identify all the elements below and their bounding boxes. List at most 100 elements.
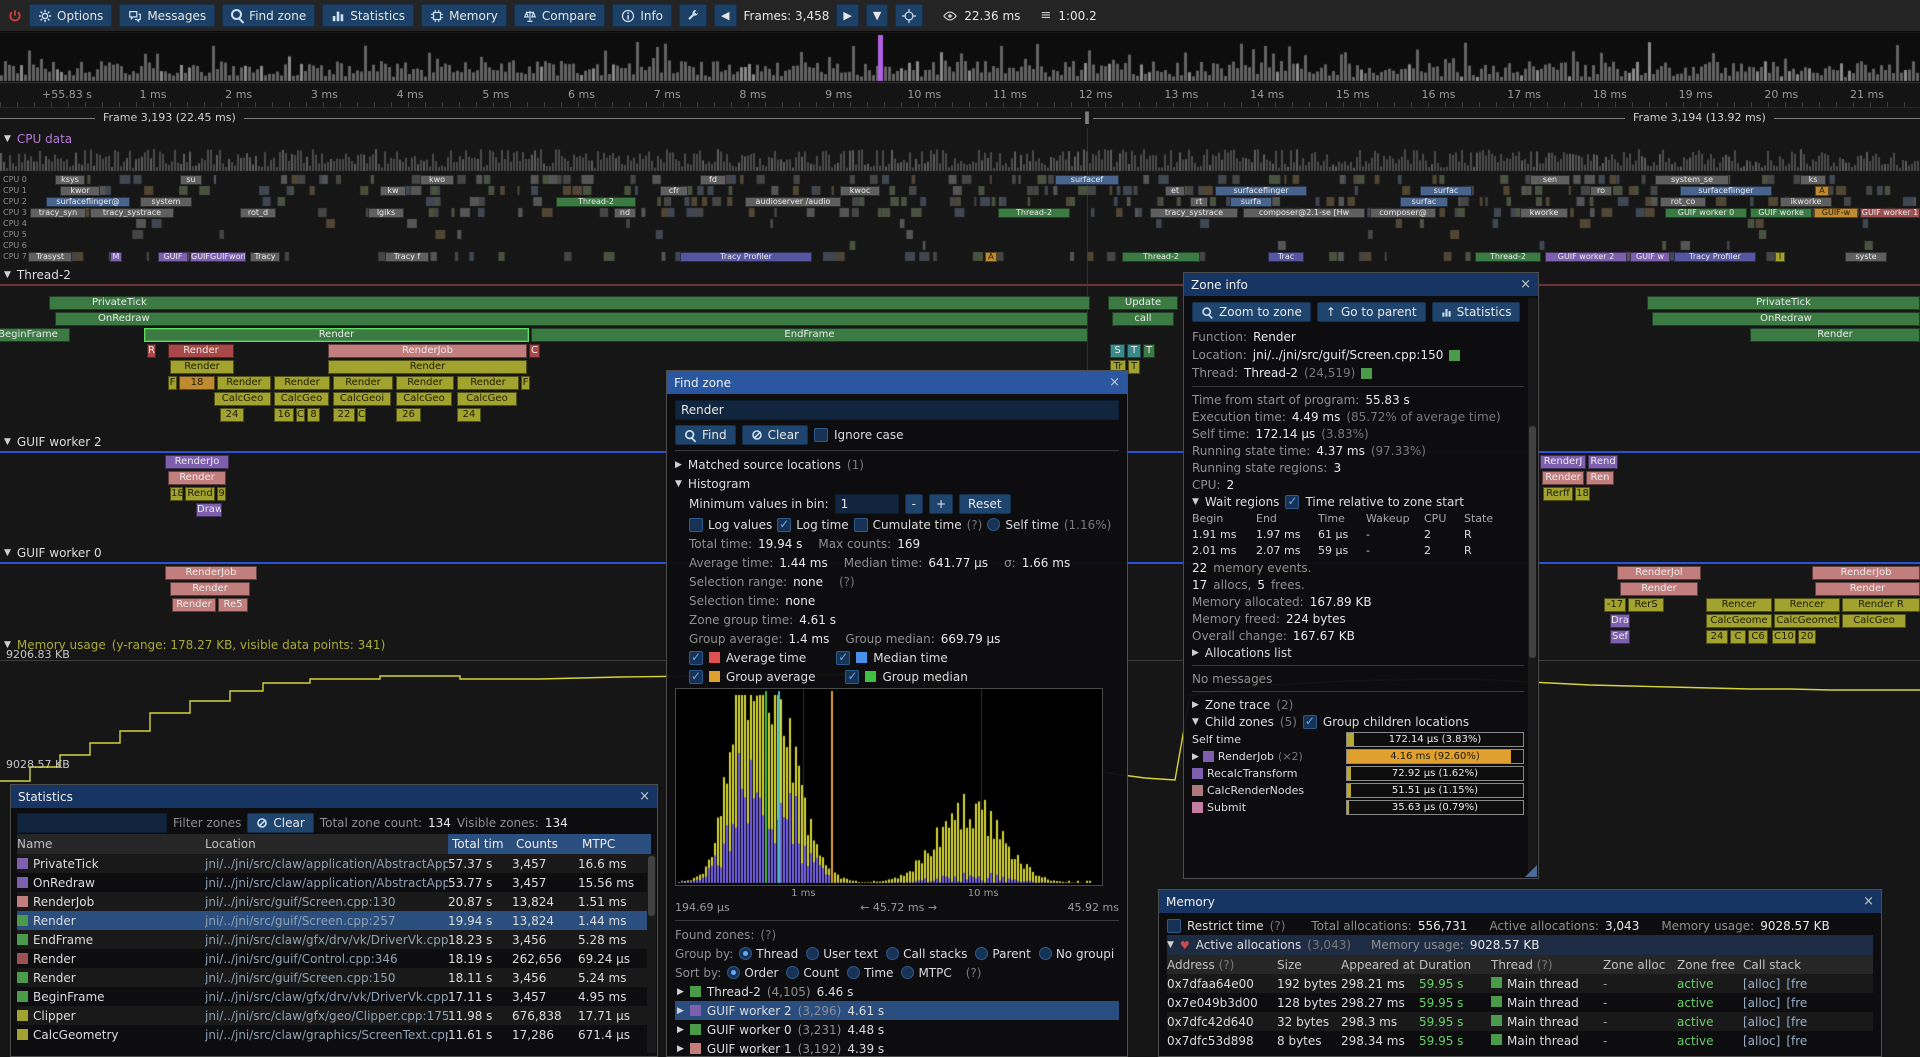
alloc-link[interactable]: [alloc] bbox=[1743, 977, 1780, 991]
zone[interactable]: EndFrame bbox=[531, 328, 1088, 342]
memory-column-header[interactable]: Zone alloc bbox=[1603, 958, 1677, 972]
cpu-zone[interactable]: et bbox=[1165, 186, 1185, 196]
zone[interactable]: Render bbox=[170, 582, 250, 596]
cpu-zone[interactable]: GUIF-w bbox=[1814, 208, 1858, 218]
zone[interactable]: CalcGeo bbox=[1842, 614, 1906, 628]
legend-checkbox[interactable] bbox=[689, 670, 703, 684]
memory-table-header[interactable]: Address (?)SizeAppeared atDurationThread… bbox=[1167, 955, 1873, 974]
cpu-zone[interactable]: surfac bbox=[1420, 186, 1472, 196]
thread-header[interactable]: ▼GUIF worker 2 bbox=[4, 435, 102, 449]
zone[interactable]: R bbox=[147, 344, 156, 358]
zone[interactable]: Update bbox=[1108, 296, 1178, 310]
zone[interactable]: C bbox=[529, 344, 540, 358]
zone[interactable]: Ren bbox=[1586, 471, 1614, 485]
cpu-zone[interactable]: GUIF worker 1 bbox=[1860, 208, 1920, 218]
zone[interactable]: Render bbox=[144, 328, 529, 342]
zone[interactable]: OnRedraw bbox=[1652, 312, 1920, 326]
cpu-zone[interactable]: kwoc bbox=[840, 186, 880, 196]
table-row[interactable]: 0x7e049b3d00128 bytes298.27 ms59.95 sMai… bbox=[1167, 993, 1873, 1012]
close-icon[interactable]: × bbox=[1863, 894, 1874, 909]
zone[interactable]: 18 bbox=[170, 487, 183, 501]
self-time-checkbox[interactable] bbox=[987, 518, 1000, 531]
frame-labels-row[interactable]: Frame 3,193 (22.45 ms) ‖ Frame 3,194 (13… bbox=[0, 108, 1920, 128]
group-by-option[interactable]: Call stacks bbox=[886, 947, 967, 961]
zone[interactable]: T bbox=[1127, 344, 1141, 358]
alloc-link[interactable]: [alloc] bbox=[1743, 1034, 1780, 1048]
zone[interactable]: 18 bbox=[1575, 487, 1590, 501]
frame-label[interactable]: Frame 3,194 (13.92 ms) bbox=[1625, 111, 1774, 124]
zone-group-row[interactable]: ▶GUIF worker 1(3,192)4.39 s bbox=[675, 1039, 1119, 1056]
memory-column-header[interactable]: Duration bbox=[1419, 958, 1491, 972]
zone[interactable]: Rencer bbox=[1706, 598, 1772, 612]
zone[interactable]: RenderJ bbox=[1540, 455, 1586, 469]
zone[interactable]: CalcGeome bbox=[1706, 614, 1772, 628]
scrollbar[interactable] bbox=[647, 854, 656, 1053]
cpu-zone[interactable]: M bbox=[110, 252, 122, 262]
prev-frame-button[interactable]: ◀ bbox=[714, 4, 736, 27]
zone[interactable]: CalcGeoi bbox=[333, 392, 391, 406]
zone[interactable]: Rencer bbox=[1774, 598, 1840, 612]
cpu-zone[interactable]: sen bbox=[1530, 175, 1570, 185]
statistics-titlebar[interactable]: Statistics× bbox=[11, 785, 657, 808]
sort-by-option[interactable]: Time bbox=[847, 966, 893, 980]
child-zone-row[interactable]: Submit35.63 µs (0.79%) bbox=[1192, 799, 1524, 816]
zone[interactable]: RenderJob bbox=[328, 344, 527, 358]
cpu-zone[interactable]: fd bbox=[700, 175, 726, 185]
zone-group-row[interactable]: ▶GUIF worker 2(3,296)4.61 s bbox=[675, 1001, 1119, 1020]
memory-column-header[interactable]: Zone free bbox=[1677, 958, 1743, 972]
scrollbar[interactable] bbox=[1528, 298, 1537, 875]
cpu-zone[interactable]: system_se bbox=[1655, 175, 1729, 185]
memory-button[interactable]: Memory bbox=[421, 4, 507, 27]
zone[interactable]: Rend bbox=[1588, 455, 1618, 469]
zone[interactable]: F bbox=[168, 376, 177, 390]
alloc-link[interactable]: [alloc] bbox=[1743, 1015, 1780, 1029]
column-header-counts[interactable]: Counts bbox=[512, 834, 578, 854]
cpu-zone[interactable]: surfac bbox=[1400, 197, 1448, 207]
free-link[interactable]: [fre bbox=[1786, 977, 1807, 991]
table-row[interactable]: Clipperjni/../jni/src/claw/gfx/geo/Clipp… bbox=[17, 1006, 651, 1025]
statistics-button[interactable]: Statistics bbox=[322, 4, 414, 27]
zone[interactable]: Render bbox=[170, 360, 234, 374]
frame-dropdown-button[interactable]: ▼ bbox=[866, 4, 888, 27]
sort-by-option[interactable]: Count bbox=[786, 966, 839, 980]
zone[interactable]: Render bbox=[1620, 582, 1698, 596]
cpu-zone[interactable]: ks bbox=[1800, 175, 1826, 185]
zone[interactable]: BeginFrame bbox=[0, 328, 70, 342]
histogram-plot[interactable] bbox=[675, 688, 1103, 886]
wait-regions-section[interactable]: ▼Wait regionsTime relative to zone start bbox=[1192, 493, 1524, 511]
cpu-zone[interactable]: Trac bbox=[1268, 252, 1304, 262]
zone[interactable]: Re5 bbox=[218, 598, 248, 612]
cpu-zone[interactable]: GUIF worker 2 bbox=[1545, 252, 1627, 262]
next-frame-button[interactable]: ▶ bbox=[836, 4, 858, 27]
zone[interactable]: 8 bbox=[307, 408, 320, 422]
zone[interactable]: RenderJob bbox=[1812, 566, 1920, 580]
zone[interactable]: C bbox=[296, 408, 305, 422]
cpu-zone[interactable]: GUIF bbox=[158, 252, 188, 262]
tools-button[interactable] bbox=[679, 4, 707, 27]
group-by-option[interactable]: Parent bbox=[975, 947, 1030, 961]
memory-column-header[interactable]: Size bbox=[1277, 958, 1341, 972]
cpu-zone[interactable]: surfaceflinger bbox=[1215, 186, 1307, 196]
find-zone-search-input[interactable] bbox=[675, 400, 1119, 420]
memory-column-header[interactable]: Call stack bbox=[1743, 958, 1873, 972]
column-header-location[interactable]: Location bbox=[205, 837, 448, 851]
zone[interactable]: CalcGeomet bbox=[1774, 614, 1840, 628]
scrollbar-thumb[interactable] bbox=[1529, 426, 1536, 658]
cpu-zone[interactable]: rot_co bbox=[1660, 197, 1706, 207]
reset-button[interactable]: Reset bbox=[959, 494, 1011, 514]
group-by-option[interactable]: No groupi bbox=[1039, 947, 1114, 961]
clear-button[interactable]: Clear bbox=[742, 425, 808, 445]
zone[interactable]: Render bbox=[274, 376, 330, 390]
zone[interactable]: C10 bbox=[1772, 630, 1796, 644]
zone[interactable]: 24 bbox=[1706, 630, 1728, 644]
table-row[interactable]: EndFramejni/../jni/src/claw/gfx/drv/vk/D… bbox=[17, 930, 651, 949]
zone[interactable]: 16 bbox=[274, 408, 294, 422]
cpu-zone[interactable]: surfacef bbox=[1055, 175, 1119, 185]
zone[interactable]: Render bbox=[168, 344, 234, 358]
zone[interactable]: C bbox=[357, 408, 366, 422]
min-bin-decrease-button[interactable]: - bbox=[905, 494, 923, 514]
group-by-option[interactable]: User text bbox=[806, 947, 878, 961]
zone[interactable]: Dra bbox=[1610, 614, 1630, 628]
free-link[interactable]: [fre bbox=[1786, 996, 1807, 1010]
cpu-zone[interactable]: I bbox=[1775, 252, 1785, 262]
